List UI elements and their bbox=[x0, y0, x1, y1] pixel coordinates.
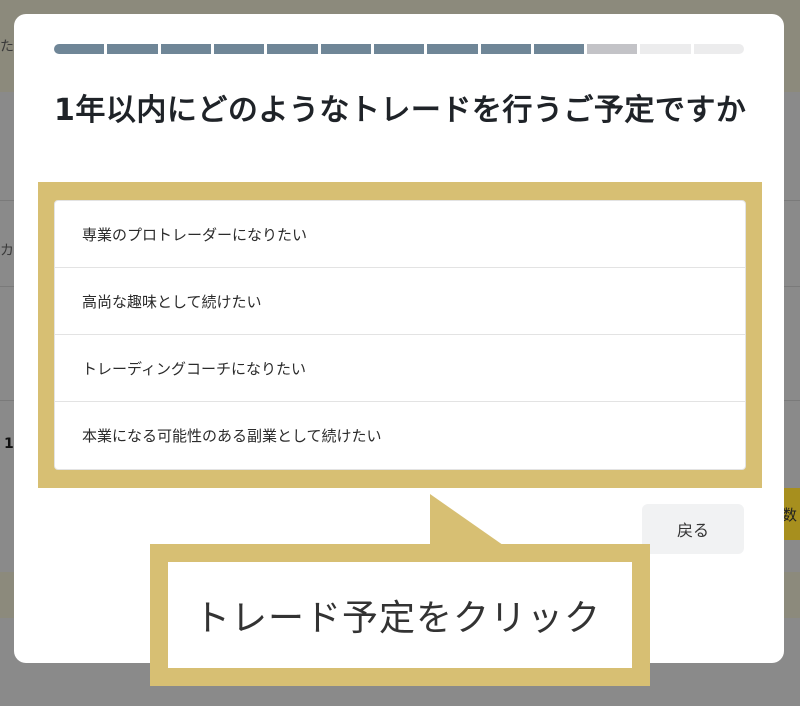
progress-segment bbox=[54, 44, 105, 54]
back-button[interactable]: 戻る bbox=[642, 504, 744, 554]
background-text: 1 bbox=[4, 436, 14, 452]
progress-segment bbox=[320, 44, 371, 54]
progress-segment bbox=[587, 44, 638, 54]
option-side-job[interactable]: 本業になる可能性のある副業として続けたい bbox=[55, 402, 745, 469]
progress-bar bbox=[54, 44, 745, 54]
progress-segment bbox=[107, 44, 158, 54]
option-trading-coach[interactable]: トレーディングコーチになりたい bbox=[55, 335, 745, 402]
progress-segment bbox=[427, 44, 478, 54]
callout-pointer bbox=[430, 494, 510, 550]
question-title: 1年以内にどのようなトレードを行うご予定ですか bbox=[54, 93, 747, 128]
progress-segment bbox=[213, 44, 265, 54]
progress-segment bbox=[373, 44, 425, 54]
answer-options-list: 専業のプロトレーダーになりたい 高尚な趣味として続けたい トレーディングコーチに… bbox=[54, 200, 746, 470]
progress-segment bbox=[160, 44, 211, 54]
option-pro-trader[interactable]: 専業のプロトレーダーになりたい bbox=[55, 201, 745, 268]
background-text: た bbox=[0, 39, 14, 55]
progress-segment bbox=[533, 44, 585, 54]
background-text: カ bbox=[0, 243, 14, 259]
progress-segment bbox=[267, 44, 318, 54]
callout-text: トレード予定をクリック bbox=[168, 562, 632, 668]
progress-segment bbox=[480, 44, 531, 54]
option-hobby[interactable]: 高尚な趣味として続けたい bbox=[55, 268, 745, 335]
progress-segment bbox=[640, 44, 691, 54]
progress-segment bbox=[693, 44, 745, 54]
